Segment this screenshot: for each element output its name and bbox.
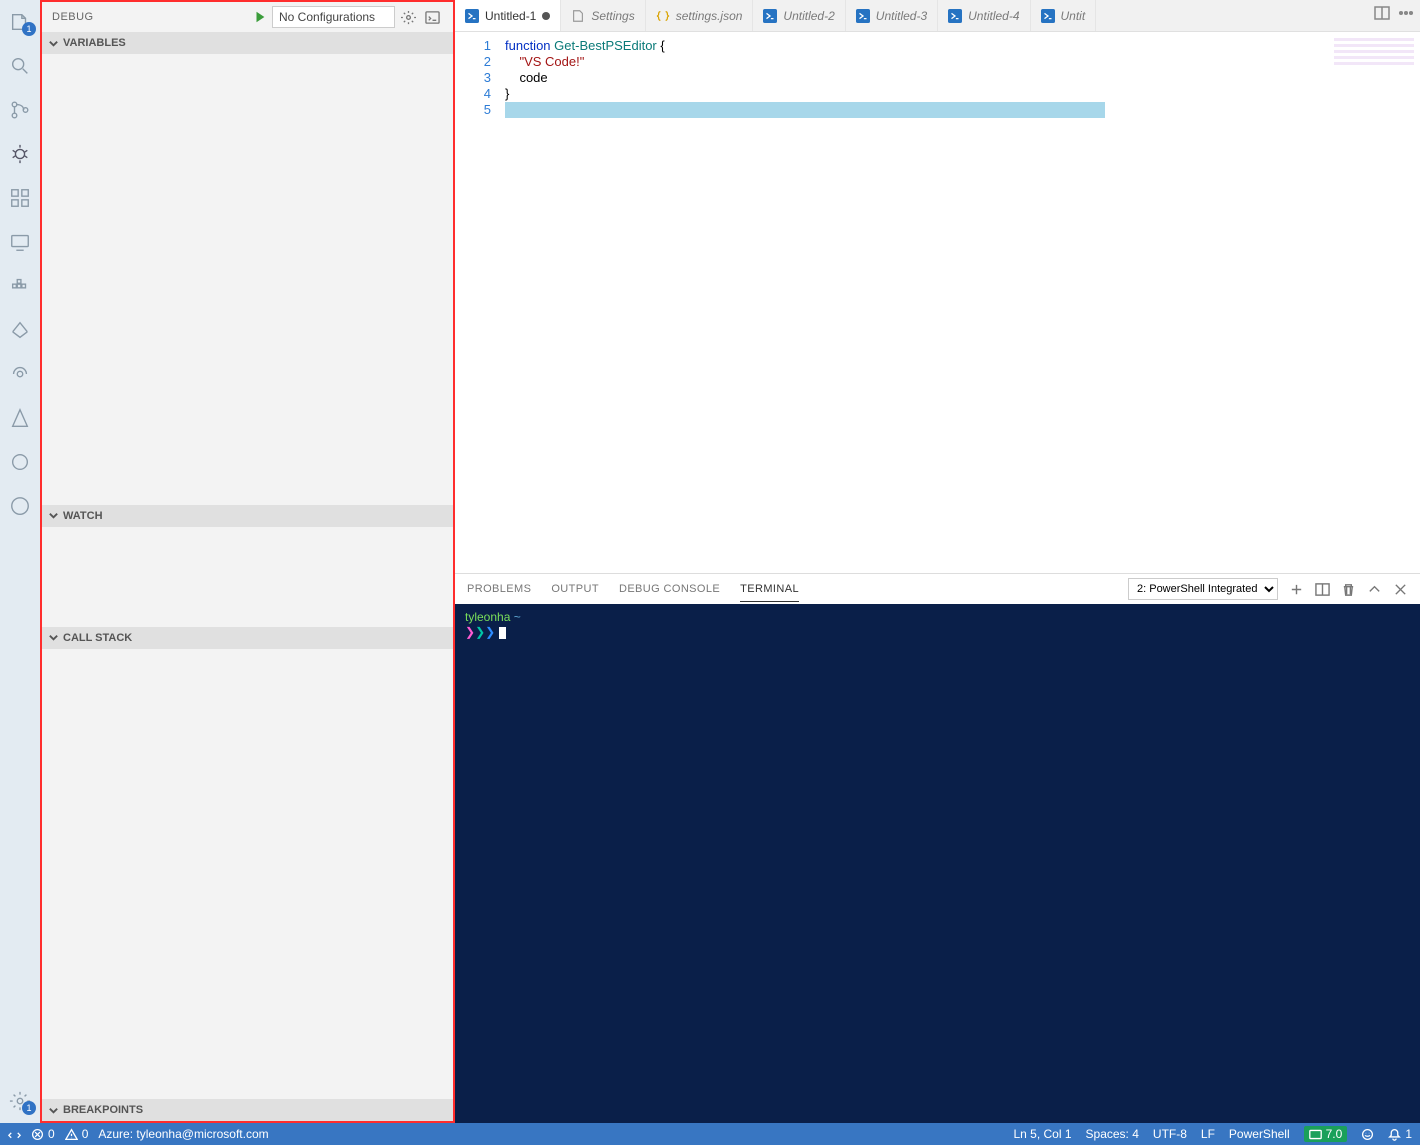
tab-label: Untitled-2 [783,9,834,23]
app-icon[interactable] [8,450,32,474]
debug-sidebar: DEBUG No Configurations VARIABLES [40,0,455,1123]
status-bar: 0 0 Azure: tyleonha@microsoft.com Ln 5, … [0,1123,1420,1145]
code-area[interactable]: function Get-BestPSEditor { "VS Code!" c… [505,32,1420,573]
terminal-body[interactable]: tyleonha ~ ❯❯❯ [455,604,1420,1123]
tab-label: Untitled-1 [485,9,536,23]
new-terminal-icon[interactable] [1288,581,1304,597]
github-icon[interactable] [8,494,32,518]
callstack-label: CALL STACK [63,632,132,644]
file-file-icon [571,9,585,23]
tab-label: Untitled-4 [968,9,1019,23]
editor-tab[interactable]: Untitled-1 [455,0,561,31]
encoding[interactable]: UTF-8 [1153,1127,1187,1141]
minimap[interactable] [1334,38,1414,68]
debug-config-select[interactable]: No Configurations [272,6,395,28]
docker-icon[interactable] [8,274,32,298]
settings-gear-icon[interactable]: 1 [8,1089,32,1113]
chevron-down-icon [48,510,59,521]
language-mode[interactable]: PowerShell [1229,1127,1290,1141]
powershell-file-icon [465,9,479,23]
settings-badge: 1 [22,1101,36,1115]
sidebar-title: DEBUG [52,11,250,23]
azure-account[interactable]: Azure: tyleonha@microsoft.com [98,1127,268,1141]
tab-label: Untit [1061,9,1086,23]
notifications-icon[interactable]: 1 [1388,1127,1412,1141]
explorer-badge: 1 [22,22,36,36]
editor-group: Untitled-1 Settings settings.json Untitled-… [455,0,1420,1123]
panel-tab-debug-console[interactable]: DEBUG CONSOLE [619,577,720,601]
line-number: 2 [455,54,491,70]
activity-bar: 1 1 [0,0,40,1123]
editor-tab[interactable]: Untitled-3 [846,0,938,31]
search-icon[interactable] [8,54,32,78]
editor-tab[interactable]: Untit [1031,0,1097,31]
json-file-icon [656,9,670,23]
dirty-indicator-icon [542,12,550,20]
panel-tab-output[interactable]: OUTPUT [551,577,599,601]
explorer-icon[interactable]: 1 [8,10,32,34]
watch-section-header[interactable]: WATCH [42,505,453,527]
chevron-down-icon [48,38,59,49]
debug-console-button[interactable] [421,6,443,28]
callstack-body [42,649,453,1100]
editor-tab[interactable]: Settings [561,0,645,31]
variables-section-header[interactable]: VARIABLES [42,32,453,54]
selection-highlight [505,102,1105,118]
chevron-down-icon [48,632,59,643]
powershell-version[interactable]: 7.0 [1304,1126,1348,1142]
breakpoints-section-header[interactable]: BREAKPOINTS [42,1099,453,1121]
remote-indicator[interactable] [8,1128,21,1141]
debug-settings-button[interactable] [397,6,419,28]
start-debug-button[interactable] [250,7,270,27]
tab-label: settings.json [676,9,743,23]
breakpoints-label: BREAKPOINTS [63,1104,143,1116]
line-number: 5 [455,102,491,118]
kill-terminal-icon[interactable] [1340,581,1356,597]
cursor-position[interactable]: Ln 5, Col 1 [1013,1127,1071,1141]
source-control-icon[interactable] [8,98,32,122]
terminal-cursor [499,627,506,639]
debug-icon[interactable] [8,142,32,166]
editor-tab[interactable]: Untitled-4 [938,0,1030,31]
maximize-panel-icon[interactable] [1366,581,1382,597]
callstack-section-header[interactable]: CALL STACK [42,627,453,649]
line-number: 3 [455,70,491,86]
more-actions-icon[interactable] [1398,5,1414,26]
editor-tab[interactable]: Untitled-2 [753,0,845,31]
feedback-icon[interactable] [1361,1128,1374,1141]
remote-icon[interactable] [8,230,32,254]
panel-tab-problems[interactable]: PROBLEMS [467,577,531,601]
share-icon[interactable] [8,318,32,342]
azure-icon[interactable] [8,406,32,430]
eol[interactable]: LF [1201,1127,1215,1141]
panel-tab-terminal[interactable]: TERMINAL [740,577,799,602]
split-editor-icon[interactable] [1374,5,1390,26]
extensions-icon[interactable] [8,186,32,210]
tab-label: Settings [591,9,634,23]
variables-body [42,54,453,505]
live-icon[interactable] [8,362,32,386]
warning-count[interactable]: 0 [65,1127,89,1141]
code-editor[interactable]: 12345 function Get-BestPSEditor { "VS Co… [455,32,1420,573]
error-count[interactable]: 0 [31,1127,55,1141]
bottom-panel: PROBLEMS OUTPUT DEBUG CONSOLE TERMINAL 2… [455,573,1420,1123]
indentation[interactable]: Spaces: 4 [1086,1127,1139,1141]
powershell-file-icon [856,9,870,23]
variables-label: VARIABLES [63,37,126,49]
tab-label: Untitled-3 [876,9,927,23]
line-gutter: 12345 [455,32,505,573]
line-number: 1 [455,38,491,54]
tab-bar: Untitled-1 Settings settings.json Untitled-… [455,0,1420,32]
split-terminal-icon[interactable] [1314,581,1330,597]
terminal-selector[interactable]: 2: PowerShell Integrated Con [1128,578,1278,600]
powershell-file-icon [763,9,777,23]
editor-tab[interactable]: settings.json [646,0,754,31]
watch-body [42,527,453,627]
watch-label: WATCH [63,510,103,522]
powershell-file-icon [1041,9,1055,23]
chevron-down-icon [48,1105,59,1116]
line-number: 4 [455,86,491,102]
close-panel-icon[interactable] [1392,581,1408,597]
powershell-file-icon [948,9,962,23]
